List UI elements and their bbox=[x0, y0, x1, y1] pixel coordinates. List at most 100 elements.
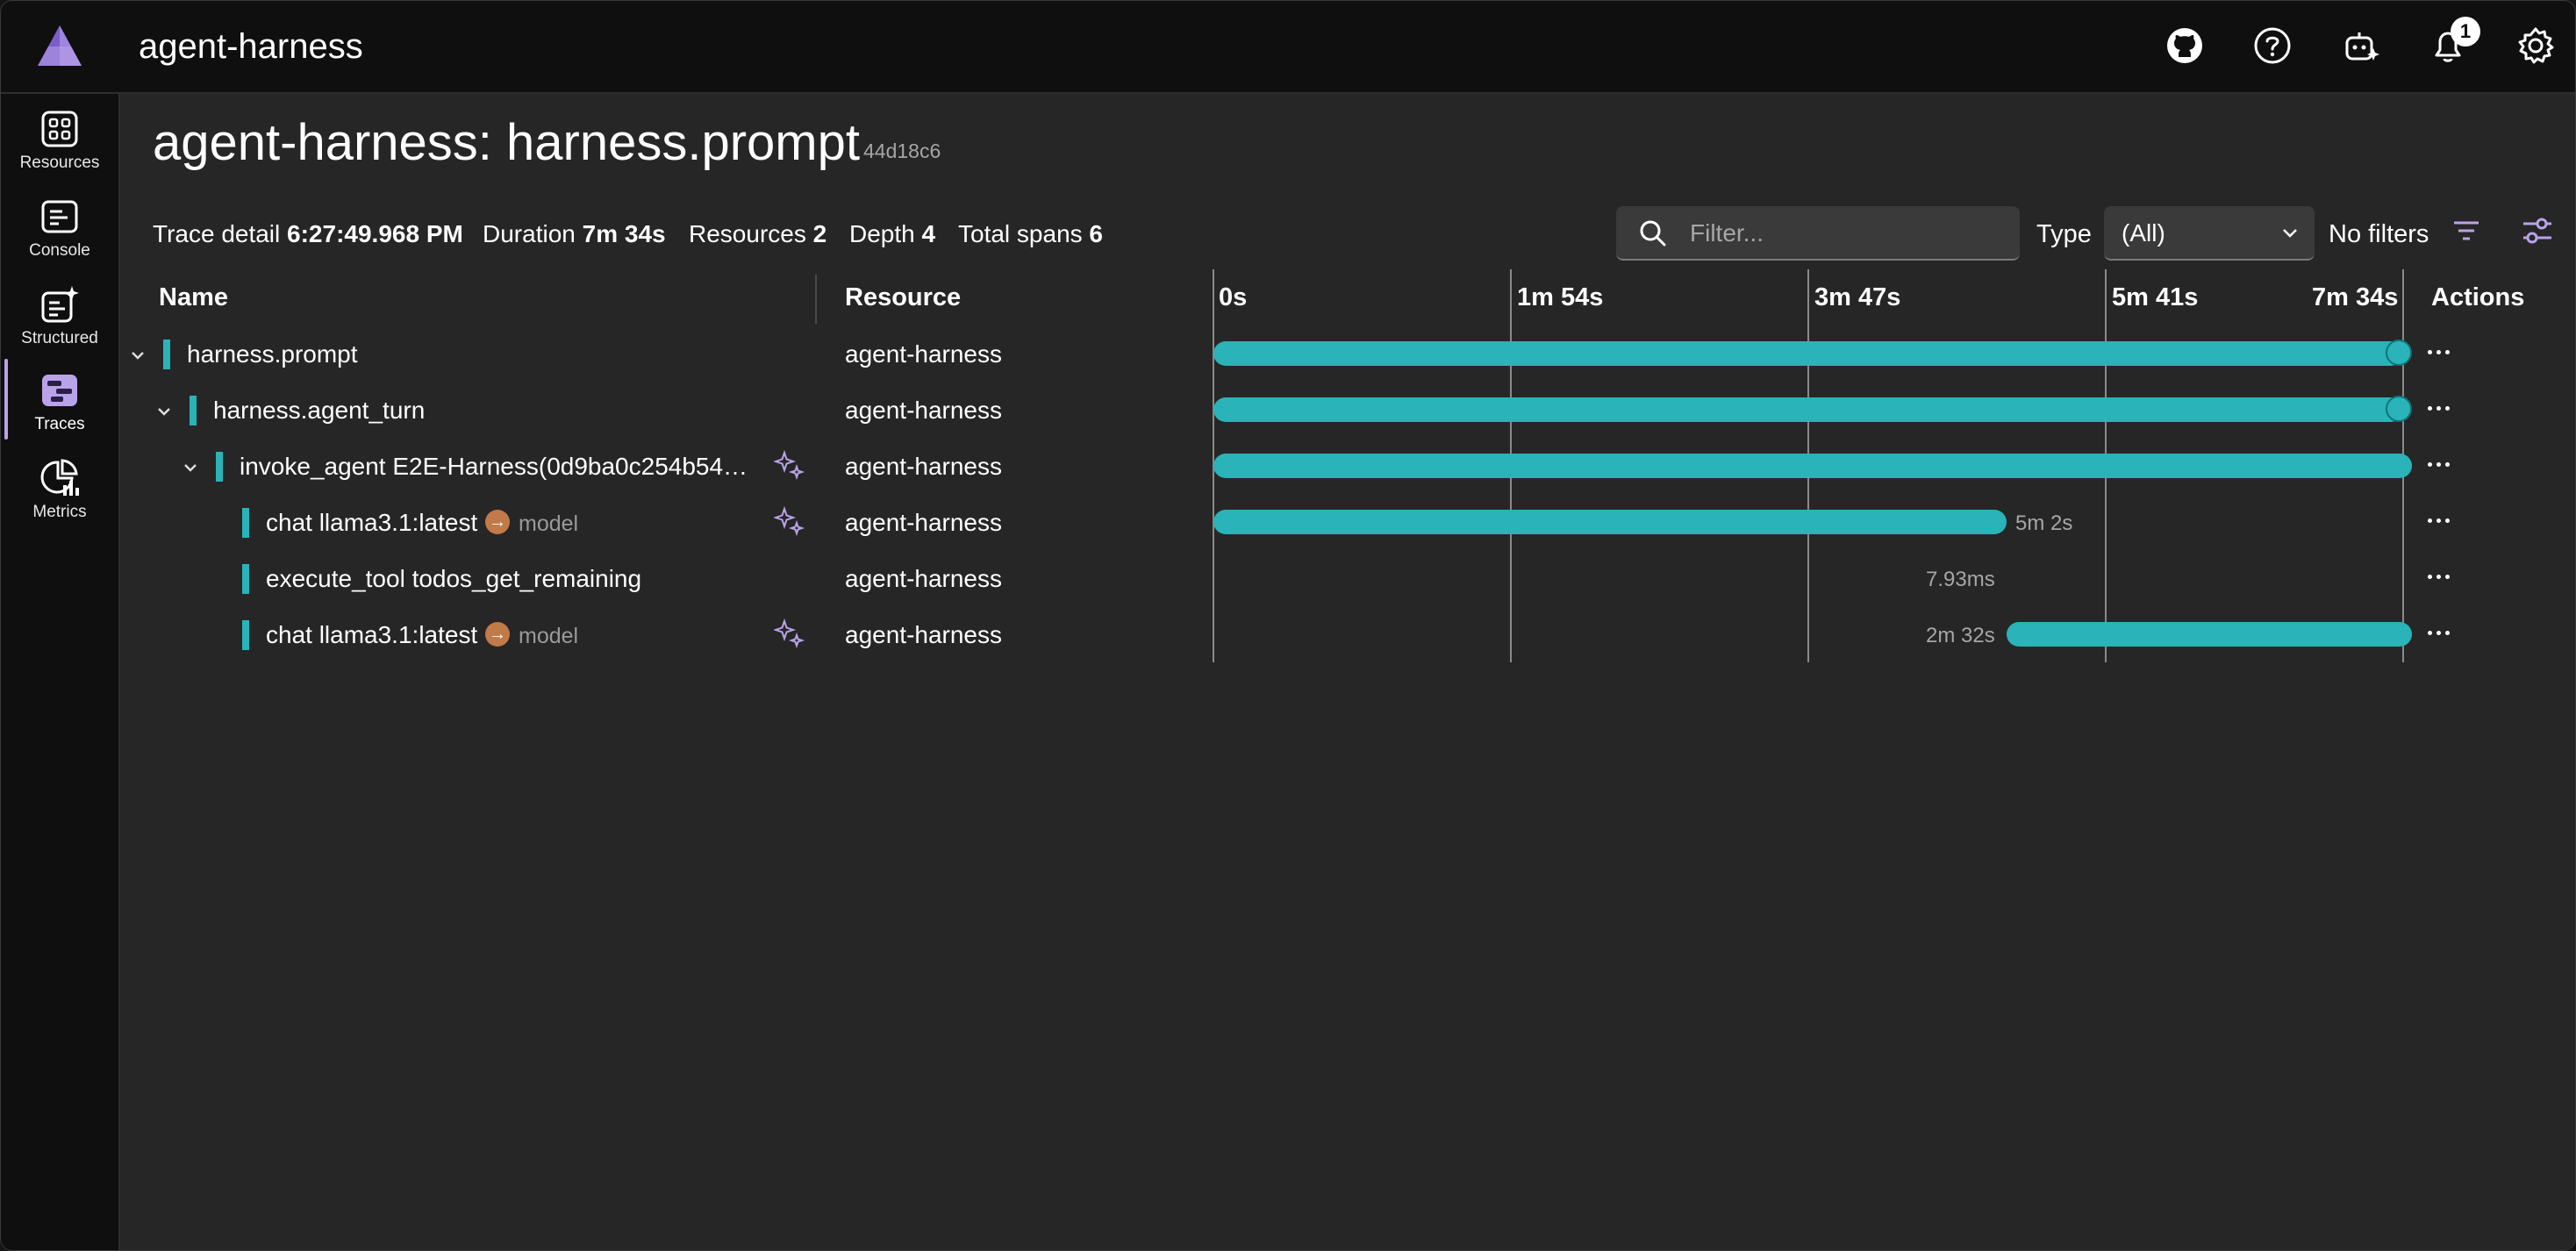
resources-meta: Resources 2 bbox=[689, 220, 826, 248]
span-row[interactable]: chat llama3.1:latest → model agent-harne… bbox=[120, 497, 2575, 554]
trace-detail-value: 6:27:49.968 PM bbox=[287, 220, 463, 247]
chevron-down-icon[interactable] bbox=[155, 403, 173, 420]
span-name: execute_tool todos_get_remaining bbox=[266, 565, 642, 592]
search-icon bbox=[1640, 220, 1666, 247]
span-row[interactable]: execute_tool todos_get_remaining agent-h… bbox=[120, 554, 2575, 610]
sidebar-item-label: Structured bbox=[21, 329, 98, 347]
span-duration: 7.93ms bbox=[1926, 568, 1995, 591]
resources-label: Resources bbox=[689, 220, 806, 247]
sidebar-item-label: Traces bbox=[34, 415, 85, 433]
span-name: harness.agent_turn bbox=[213, 397, 426, 424]
app-title: agent-harness bbox=[139, 27, 363, 66]
span-row[interactable]: invoke_agent E2E-Harness(0d9ba0c254b54… … bbox=[120, 441, 2575, 497]
sidebar-item-traces[interactable]: Traces bbox=[1, 364, 118, 445]
notification-count-badge: 1 bbox=[2451, 17, 2480, 46]
total-spans-value: 6 bbox=[1089, 220, 1103, 247]
span-row[interactable]: harness.prompt agent-harness bbox=[120, 329, 2575, 385]
span-bar[interactable] bbox=[2007, 622, 2412, 647]
span-bar[interactable] bbox=[1213, 341, 2403, 366]
span-name: chat llama3.1:latest bbox=[266, 509, 478, 536]
resources-value: 2 bbox=[812, 220, 827, 247]
sidebar-item-console[interactable]: Console bbox=[1, 190, 118, 271]
span-name: harness.prompt bbox=[187, 340, 358, 368]
span-resource: agent-harness bbox=[845, 565, 1003, 592]
span-bar[interactable] bbox=[1213, 510, 2007, 534]
depth-meta: Depth 4 bbox=[849, 220, 935, 248]
span-color-marker bbox=[190, 396, 197, 425]
total-spans-meta: Total spans 6 bbox=[958, 220, 1103, 248]
sidebar-item-structured[interactable]: Structured bbox=[1, 278, 118, 359]
help-icon[interactable] bbox=[2252, 25, 2293, 66]
column-header-name[interactable]: Name bbox=[159, 283, 228, 312]
model-label: model bbox=[519, 624, 579, 648]
model-arrow-icon: → bbox=[485, 510, 510, 534]
github-icon[interactable] bbox=[2165, 25, 2205, 66]
duration-value: 7m 34s bbox=[582, 220, 666, 247]
span-bar[interactable] bbox=[1213, 397, 2403, 422]
trace-detail-meta: Trace detail 6:27:49.968 PM bbox=[153, 220, 463, 248]
app-window: agent-harness 1 Resources Console Struct… bbox=[0, 0, 2576, 1251]
model-arrow-icon: → bbox=[485, 622, 510, 647]
filter-input[interactable] bbox=[1688, 215, 2007, 252]
column-resize-handle[interactable] bbox=[815, 275, 817, 324]
span-name: invoke_agent E2E-Harness(0d9ba0c254b54… bbox=[240, 453, 748, 480]
span-color-marker bbox=[242, 508, 249, 538]
timeline-tick-label: 5m 41s bbox=[2112, 283, 2199, 311]
filter-box bbox=[1616, 206, 2020, 261]
settings-gear-icon[interactable] bbox=[2515, 25, 2556, 66]
sidebar-item-resources[interactable]: Resources bbox=[1, 103, 118, 183]
span-name: chat llama3.1:latest bbox=[266, 621, 478, 648]
span-bar-end-marker bbox=[2386, 396, 2412, 422]
genai-sparkle-icon[interactable] bbox=[774, 505, 805, 537]
page-title: agent-harness: harness.prompt bbox=[153, 114, 860, 171]
total-spans-label: Total spans bbox=[958, 220, 1083, 247]
span-color-marker bbox=[216, 452, 223, 482]
sidebar-item-label: Resources bbox=[19, 154, 100, 172]
chevron-down-icon[interactable] bbox=[129, 347, 147, 364]
structured-icon bbox=[41, 286, 79, 323]
span-color-marker bbox=[242, 564, 249, 594]
timeline-tick-label: 7m 34s bbox=[2312, 283, 2399, 311]
span-resource: agent-harness bbox=[845, 340, 1003, 368]
span-row[interactable]: harness.agent_turn agent-harness bbox=[120, 385, 2575, 441]
type-select[interactable]: (All) bbox=[2104, 206, 2315, 261]
genai-sparkle-icon[interactable] bbox=[774, 618, 805, 649]
no-filters-label: No filters bbox=[2329, 220, 2429, 248]
span-resource: agent-harness bbox=[845, 397, 1003, 424]
filter-icon[interactable] bbox=[2451, 218, 2481, 244]
span-color-marker bbox=[242, 620, 249, 650]
model-label: model bbox=[519, 511, 579, 536]
chevron-down-icon[interactable] bbox=[182, 459, 199, 476]
span-duration: 2m 32s bbox=[1926, 624, 1995, 647]
depth-label: Depth bbox=[849, 220, 915, 247]
span-resource: agent-harness bbox=[845, 453, 1003, 480]
duration-label: Duration bbox=[483, 220, 576, 247]
type-select-value: (All) bbox=[2122, 219, 2165, 247]
metrics-icon bbox=[40, 459, 79, 496]
sidebar-nav: Resources Console Structured Traces Metr… bbox=[1, 94, 120, 1250]
duration-meta: Duration 7m 34s bbox=[483, 220, 666, 248]
view-settings-icon[interactable] bbox=[2522, 216, 2553, 246]
trace-detail-label: Trace detail bbox=[153, 220, 281, 247]
span-resource: agent-harness bbox=[845, 509, 1003, 536]
span-bar-end-marker bbox=[2386, 340, 2412, 366]
span-row[interactable]: chat llama3.1:latest → model agent-harne… bbox=[120, 610, 2575, 666]
app-logo-icon[interactable] bbox=[36, 24, 83, 68]
sidebar-item-label: Console bbox=[29, 241, 90, 260]
span-color-marker bbox=[163, 340, 170, 369]
column-header-resource[interactable]: Resource bbox=[845, 283, 961, 312]
top-bar: agent-harness 1 bbox=[1, 1, 2575, 94]
span-duration: 5m 2s bbox=[2015, 511, 2073, 535]
depth-value: 4 bbox=[921, 220, 936, 247]
copilot-icon[interactable] bbox=[2342, 25, 2382, 66]
sidebar-item-label: Metrics bbox=[32, 503, 87, 521]
traces-icon bbox=[42, 375, 77, 406]
trace-id: 44d18c6 bbox=[863, 139, 941, 162]
timeline-tick-label: 1m 54s bbox=[1517, 283, 1604, 311]
column-header-actions: Actions bbox=[2431, 283, 2525, 311]
genai-sparkle-icon[interactable] bbox=[774, 449, 805, 481]
span-bar[interactable] bbox=[1213, 454, 2412, 478]
timeline-tick-label: 0s bbox=[1219, 283, 1248, 311]
sidebar-item-metrics[interactable]: Metrics bbox=[1, 452, 118, 533]
timeline-tick-label: 3m 47s bbox=[1814, 283, 1901, 311]
